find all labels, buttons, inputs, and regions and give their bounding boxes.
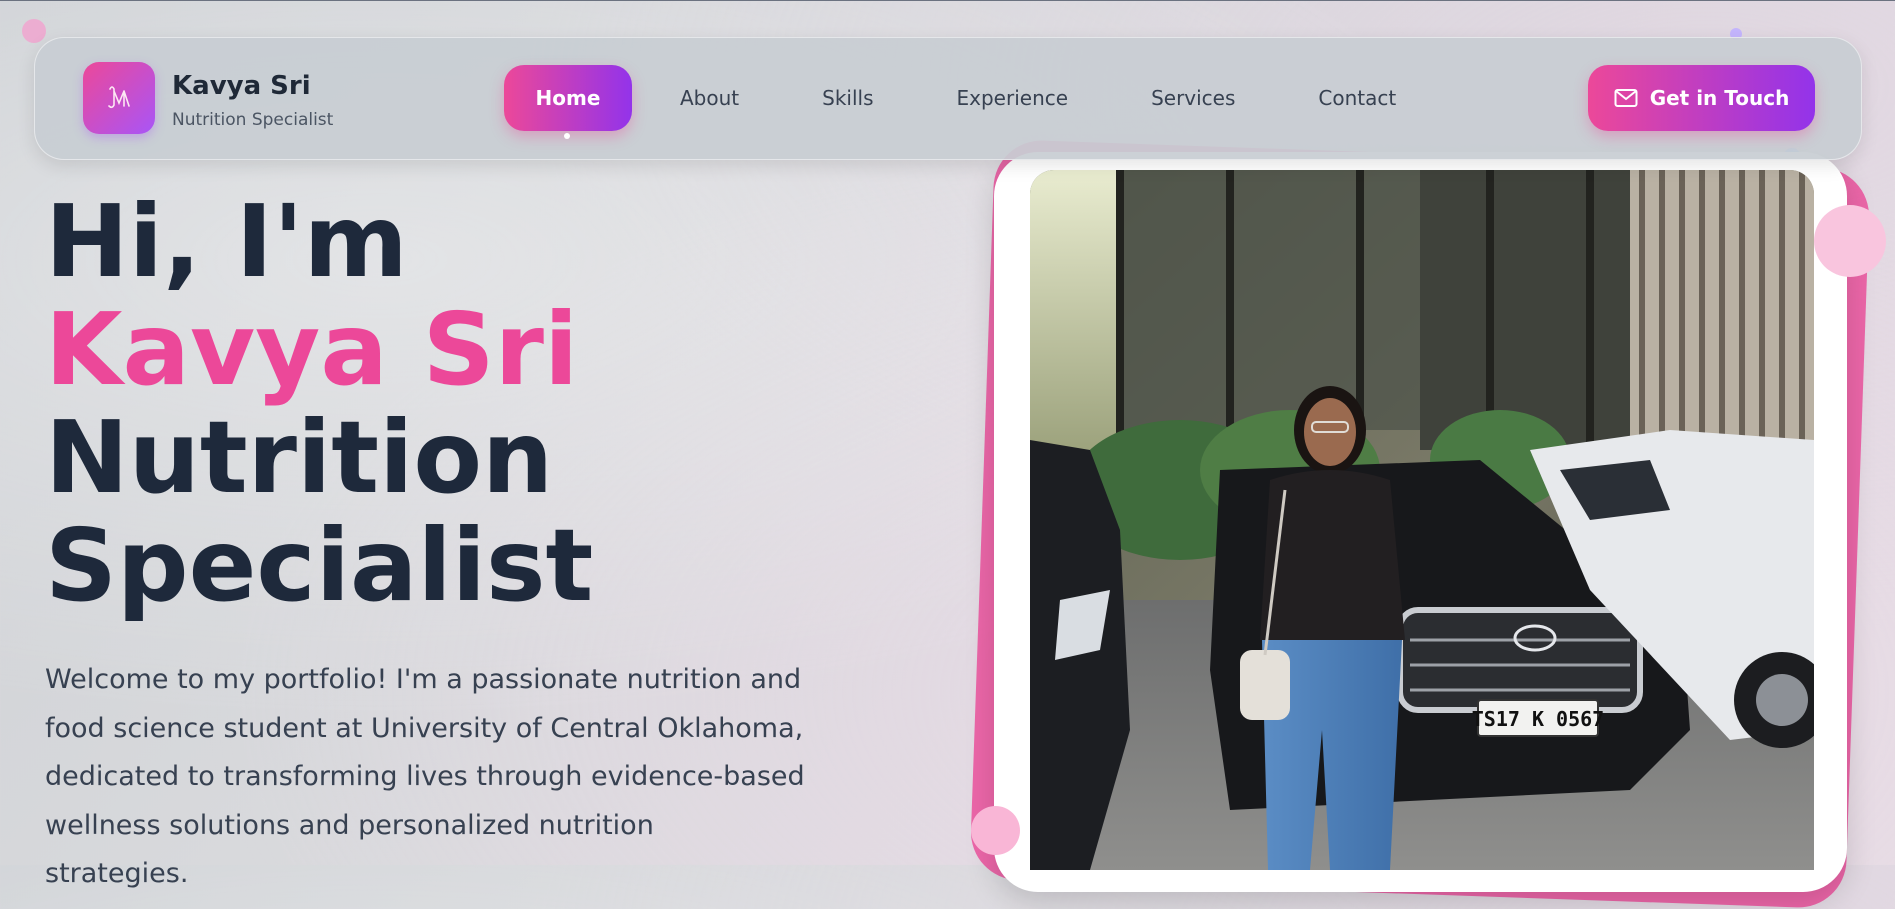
svg-text:TS17 K 0567: TS17 K 0567 xyxy=(1472,707,1604,731)
hero-description: Welcome to my portfolio! I'm a passionat… xyxy=(45,664,805,889)
brand-name: Kavya Sri xyxy=(172,71,311,101)
decor-dot xyxy=(1814,205,1886,277)
monogram-icon xyxy=(108,86,130,109)
nav-item-home[interactable]: Home xyxy=(504,65,632,139)
cta-label: Get in Touch xyxy=(1649,86,1790,110)
decor-dot xyxy=(971,806,1020,855)
nav-item-services[interactable]: Services xyxy=(1151,65,1235,131)
nav-item-label: Home xyxy=(535,86,601,110)
active-indicator xyxy=(564,133,570,139)
top-border xyxy=(0,0,1895,1)
nav-links: Home About Skills Experience Services Co… xyxy=(504,65,1396,139)
nav-item-label: Services xyxy=(1151,86,1236,110)
mail-icon xyxy=(1614,89,1638,107)
nav-item-label: Contact xyxy=(1318,86,1397,110)
nav-item-skills[interactable]: Skills xyxy=(822,65,873,131)
brand-subtitle: Nutrition Specialist xyxy=(172,110,334,130)
get-in-touch-button[interactable]: Get in Touch xyxy=(1588,65,1815,131)
navbar: Kavya Sri Nutrition Specialist Home Abou… xyxy=(34,37,1862,160)
decor-dot xyxy=(22,19,46,43)
logo[interactable] xyxy=(83,62,155,134)
hero-title-line1: Nutrition xyxy=(45,399,554,516)
nav-item-label: Experience xyxy=(956,86,1069,110)
hero-title-line2: Specialist xyxy=(45,507,594,624)
nav-item-about[interactable]: About xyxy=(680,65,739,131)
nav-item-contact[interactable]: Contact xyxy=(1318,65,1396,131)
hero-greeting: Hi, I'm xyxy=(45,183,408,300)
nav-item-label: Skills xyxy=(822,86,874,110)
nav-item-experience[interactable]: Experience xyxy=(957,65,1069,131)
profile-photo: TS17 K 0567 xyxy=(1030,170,1814,870)
nav-item-label: About xyxy=(680,86,740,110)
hero-name: Kavya Sri xyxy=(45,291,579,408)
